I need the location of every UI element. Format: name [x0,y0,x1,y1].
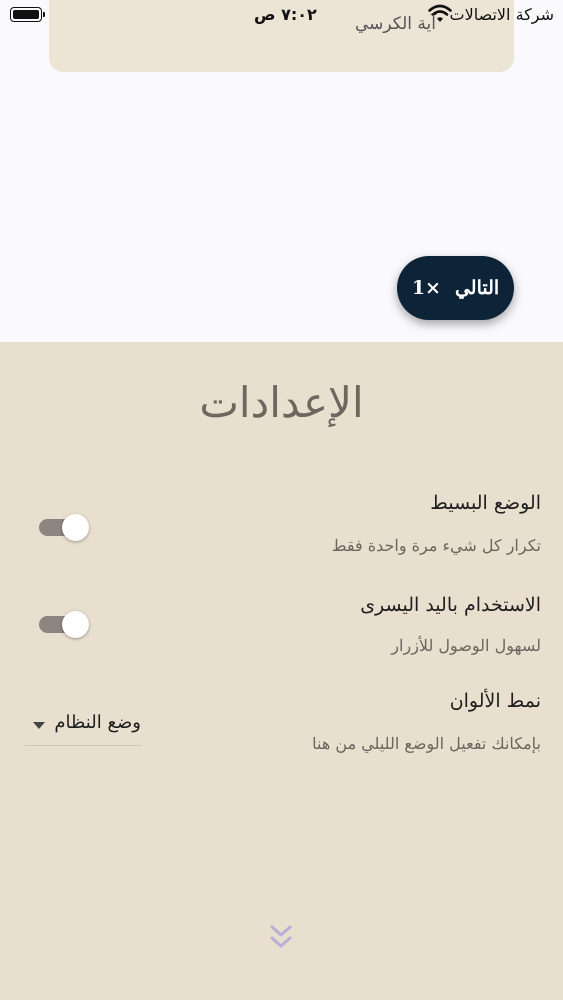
next-button-label: التالي [454,277,500,299]
settings-title: الإعدادات [199,378,364,427]
settings-panel: الإعدادات الوضع البسيط تكرار كل شيء مرة … [0,342,563,1000]
left-hand-toggle[interactable] [39,610,91,638]
status-time: ٧:٠٢ ص [254,5,317,24]
toggle-knob [62,611,89,638]
simple-mode-subtitle: تكرار كل شيء مرة واحدة فقط [331,536,541,555]
color-mode-subtitle: بإمكانك تفعيل الوضع الليلي من هنا [312,734,541,753]
next-button[interactable]: التالي ×1 [397,256,514,320]
color-mode-title: نمط الألوان [449,690,541,712]
repeat-count: ×1 [411,277,441,299]
wifi-icon [428,4,452,22]
left-hand-subtitle: لسهول الوصول للأزرار [391,636,541,655]
caret-down-icon [33,722,45,729]
toggle-knob [62,514,89,541]
simple-mode-toggle[interactable] [39,513,91,541]
color-mode-select[interactable]: وضع النظام [25,708,141,746]
simple-mode-title: الوضع البسيط [430,492,541,514]
color-mode-value: وضع النظام [54,712,141,733]
carrier-name: شركة الاتصالات [449,5,554,24]
left-hand-title: الاستخدام باليد اليسرى [360,594,541,616]
double-chevron-down-icon[interactable] [269,924,293,952]
battery-icon [10,7,45,22]
status-bar: ٧:٠٢ ص شركة الاتصالات [0,0,563,30]
